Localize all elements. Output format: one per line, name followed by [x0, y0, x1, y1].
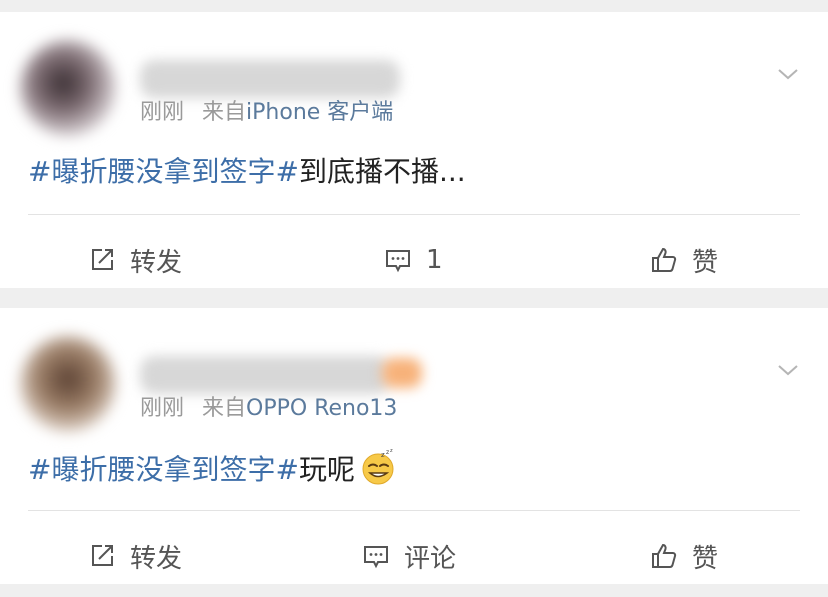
comment-button[interactable]: 评论: [362, 520, 456, 592]
post-meta: 刚刚 来自OPPO Reno13: [140, 394, 397, 424]
post-content[interactable]: #曝折腰没拿到签字#玩呢 z z z: [28, 448, 397, 490]
like-label: 赞: [692, 247, 719, 278]
post-time: 刚刚: [140, 100, 185, 125]
source-prefix: 来自: [202, 396, 247, 421]
post-card[interactable]: 刚刚来自OPPO Reno13 #曝折腰没拿到签字#玩呢 z z z 转发 评: [0, 308, 828, 584]
username-blurred[interactable]: [140, 356, 390, 394]
feed-bottom-gap: [0, 584, 828, 597]
post-source[interactable]: iPhone 客户端: [246, 100, 393, 125]
post-actions: 转发 评论 赞: [0, 520, 828, 592]
comment-label: 评论: [404, 543, 457, 574]
post-source[interactable]: OPPO Reno13: [246, 396, 397, 421]
like-icon: [652, 543, 677, 568]
post-content[interactable]: #曝折腰没拿到签字#到底播不播...: [28, 152, 466, 192]
post-meta: 刚刚 来自iPhone 客户端: [140, 98, 393, 128]
post-actions: 转发 1 赞: [0, 224, 828, 296]
like-icon: [652, 247, 677, 272]
hashtag-link[interactable]: #曝折腰没拿到签字#: [28, 155, 299, 188]
repost-icon: [92, 249, 113, 270]
post-text: 玩呢: [298, 453, 355, 486]
repost-button[interactable]: 转发: [88, 520, 182, 592]
avatar[interactable]: [20, 40, 116, 136]
username-blurred[interactable]: [140, 60, 400, 98]
comment-count: 1: [426, 245, 443, 275]
chevron-down-icon[interactable]: [776, 358, 800, 382]
like-label: 赞: [692, 543, 719, 574]
hashtag-link[interactable]: #曝折腰没拿到签字#: [28, 453, 299, 486]
comment-icon: [386, 250, 410, 273]
like-button[interactable]: 赞: [650, 520, 718, 592]
repost-button[interactable]: 转发: [88, 224, 182, 296]
comment-icon: [364, 546, 388, 569]
repost-label: 转发: [130, 543, 183, 574]
svg-text:z: z: [390, 448, 393, 454]
chevron-down-icon[interactable]: [776, 62, 800, 86]
divider: [28, 510, 800, 511]
divider: [28, 214, 800, 215]
username-badge-blurred: [382, 358, 422, 388]
repost-icon: [92, 545, 113, 566]
post-card[interactable]: 刚刚 来自iPhone 客户端 #曝折腰没拿到签字#到底播不播... 转发 1 赞: [0, 12, 828, 288]
like-button[interactable]: 赞: [650, 224, 718, 296]
sleepy-grin-emoji-icon: z z z: [362, 448, 394, 485]
post-time: 刚刚: [140, 396, 185, 421]
svg-text:z: z: [381, 451, 385, 459]
feed-top-gap: [0, 0, 828, 12]
source-prefix: 来自: [202, 100, 247, 125]
svg-text:z: z: [386, 449, 389, 456]
comment-button[interactable]: 1: [384, 224, 443, 296]
repost-label: 转发: [130, 247, 183, 278]
post-text: 到底播不播...: [298, 155, 466, 188]
avatar[interactable]: [20, 336, 116, 432]
